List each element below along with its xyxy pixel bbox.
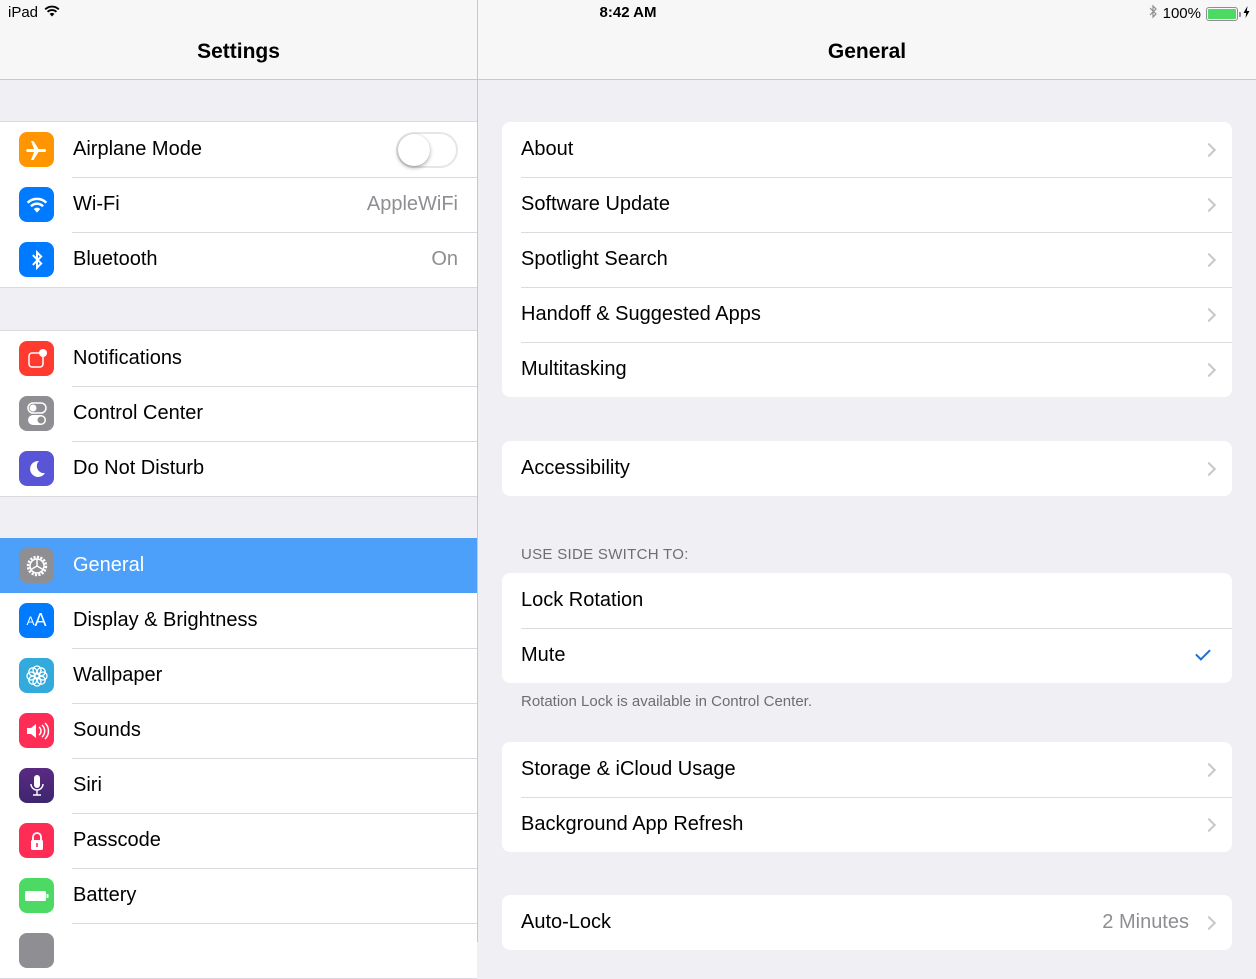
row-label: Lock Rotation [521, 589, 644, 611]
wifi-icon [19, 187, 54, 222]
charging-bolt-icon [1243, 5, 1250, 22]
row-label: Storage & iCloud Usage [521, 758, 736, 780]
general-info-group: About Software Update Spotlight Search H… [502, 122, 1232, 397]
microphone-icon [19, 768, 54, 803]
sidebar-item-label: Wallpaper [73, 664, 163, 686]
chevron-right-icon [1201, 362, 1217, 377]
sidebar-item-label: Sounds [73, 719, 141, 741]
airplane-icon [19, 132, 54, 167]
battery-level [1208, 8, 1236, 19]
background-app-refresh-row[interactable]: Background App Refresh [502, 797, 1232, 852]
sidebar-item-label: Control Center [73, 402, 204, 424]
accessibility-group: Accessibility [502, 441, 1232, 496]
row-label: Auto-Lock [521, 911, 612, 933]
chevron-right-icon [1201, 817, 1217, 832]
general-detail-pane: General About Software Update Spotlight … [478, 0, 1256, 950]
lock-icon [19, 823, 54, 858]
row-label: Background App Refresh [521, 813, 744, 835]
bluetooth-icon [19, 242, 54, 277]
sidebar-item-passcode[interactable]: Passcode [0, 813, 477, 868]
row-label: Spotlight Search [521, 248, 668, 270]
sidebar-item-label: Wi-Fi [73, 193, 120, 215]
control-center-icon [19, 396, 54, 431]
lock-rotation-option[interactable]: Lock Rotation [502, 573, 1232, 628]
battery-icon [19, 878, 54, 913]
sidebar-item-airplane-mode[interactable]: Airplane Mode [0, 122, 477, 177]
row-label: Multitasking [521, 358, 627, 380]
sidebar-item-general[interactable]: General [0, 538, 477, 593]
detail-title: General [827, 40, 907, 63]
sidebar-item-label: General [73, 554, 145, 576]
sidebar-item-control-center[interactable]: Control Center [0, 386, 477, 441]
storage-icloud-usage-row[interactable]: Storage & iCloud Usage [502, 742, 1232, 797]
sidebar-item-label: Siri [73, 774, 102, 796]
bluetooth-status-value: On [431, 248, 458, 270]
chevron-right-icon [1201, 461, 1217, 476]
settings-sidebar: Settings Airplane Mode Wi-Fi AppleWiFi B… [0, 0, 478, 979]
sidebar-item-label: Do Not Disturb [73, 457, 205, 479]
handoff-suggested-apps-row[interactable]: Handoff & Suggested Apps [502, 287, 1232, 342]
sidebar-item-label: Passcode [73, 829, 161, 851]
chevron-right-icon [1201, 915, 1217, 930]
mute-option[interactable]: Mute [502, 628, 1232, 683]
sidebar-item-battery[interactable]: Battery [0, 868, 477, 923]
sidebar-item-label: Bluetooth [73, 248, 158, 270]
sidebar-item-privacy[interactable] [0, 923, 477, 978]
device-group: General AA Display & Brightness Wallpape… [0, 538, 477, 979]
wallpaper-flower-icon [19, 658, 54, 693]
auto-lock-value: 2 Minutes [1102, 911, 1189, 933]
battery-icon [1206, 6, 1241, 21]
sidebar-item-label: Display & Brightness [73, 609, 258, 631]
multitasking-row[interactable]: Multitasking [502, 342, 1232, 397]
row-label: About [521, 138, 574, 160]
connectivity-group: Airplane Mode Wi-Fi AppleWiFi Bluetooth … [0, 121, 477, 288]
wifi-network-value: AppleWiFi [366, 193, 458, 215]
sidebar-item-bluetooth[interactable]: Bluetooth On [0, 232, 477, 287]
sidebar-item-label: Notifications [73, 347, 182, 369]
software-update-row[interactable]: Software Update [502, 177, 1232, 232]
privacy-hand-icon [19, 933, 54, 968]
chevron-right-icon [1201, 252, 1217, 267]
sidebar-title: Settings [197, 40, 280, 63]
gear-icon [19, 548, 54, 583]
alerts-group: Notifications Control Center Do Not Dist… [0, 330, 477, 497]
sidebar-item-display-brightness[interactable]: AA Display & Brightness [0, 593, 477, 648]
side-switch-group: Lock Rotation Mute [502, 573, 1232, 683]
sidebar-item-notifications[interactable]: Notifications [0, 331, 477, 386]
sidebar-item-wallpaper[interactable]: Wallpaper [0, 648, 477, 703]
airplane-mode-toggle[interactable] [396, 131, 458, 168]
sidebar-item-label: Airplane Mode [73, 138, 202, 160]
moon-icon [19, 451, 54, 486]
notifications-icon [19, 341, 54, 376]
sidebar-item-wifi[interactable]: Wi-Fi AppleWiFi [0, 177, 477, 232]
storage-group: Storage & iCloud Usage Background App Re… [502, 742, 1232, 852]
sidebar-item-do-not-disturb[interactable]: Do Not Disturb [0, 441, 477, 496]
chevron-right-icon [1201, 762, 1217, 777]
side-switch-footer: Rotation Lock is available in Control Ce… [521, 693, 812, 710]
bluetooth-icon [1148, 4, 1158, 23]
row-label: Mute [521, 644, 566, 666]
spotlight-search-row[interactable]: Spotlight Search [502, 232, 1232, 287]
side-switch-header: USE SIDE SWITCH TO: [521, 546, 689, 563]
sidebar-item-label: Battery [73, 884, 137, 906]
chevron-right-icon [1201, 197, 1217, 212]
about-row[interactable]: About [502, 122, 1232, 177]
row-label: Handoff & Suggested Apps [521, 303, 761, 325]
sidebar-item-sounds[interactable]: Sounds [0, 703, 477, 758]
sidebar-item-siri[interactable]: Siri [0, 758, 477, 813]
status-time: 8:42 AM [599, 4, 657, 21]
checkmark-icon [1195, 645, 1211, 661]
row-label: Software Update [521, 193, 670, 215]
chevron-right-icon [1201, 142, 1217, 157]
battery-percent: 100% [1162, 5, 1201, 22]
accessibility-row[interactable]: Accessibility [502, 441, 1232, 496]
chevron-right-icon [1201, 307, 1217, 322]
speaker-icon [19, 713, 54, 748]
text-size-icon: AA [19, 603, 54, 638]
status-bar: iPad 8:42 AM 100% [0, 0, 1256, 26]
row-label: Accessibility [521, 457, 630, 479]
